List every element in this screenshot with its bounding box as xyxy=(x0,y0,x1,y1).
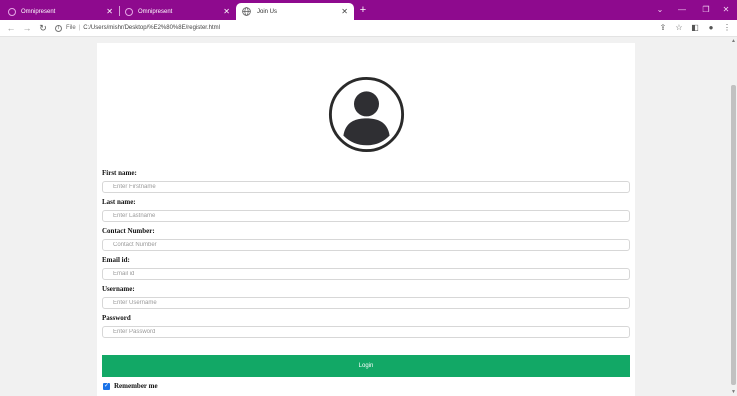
minimize-icon[interactable]: — xyxy=(673,3,691,17)
first-name-label: First name: xyxy=(102,169,137,177)
side-panel-icon[interactable]: ◧ xyxy=(689,22,701,34)
menu-kebab-icon[interactable]: ⋮ xyxy=(721,22,733,34)
browser-tab[interactable]: Omnipresent ✕ xyxy=(2,3,119,20)
register-form-card: First name: Last name: Contact Number: E… xyxy=(97,43,635,396)
username-label: Username: xyxy=(102,285,135,293)
forward-arrow-icon[interactable]: → xyxy=(21,22,33,34)
scroll-down-icon[interactable]: ▼ xyxy=(731,389,736,395)
browser-tab-active[interactable]: Join Us ✕ xyxy=(236,3,354,20)
restore-icon[interactable]: ❐ xyxy=(697,3,715,17)
browser-toolbar: ← → ↻ i File | C:/Users/mishr/Desktop/%E… xyxy=(0,20,737,37)
email-input[interactable] xyxy=(102,268,630,280)
user-avatar-icon xyxy=(328,76,405,153)
globe-icon xyxy=(242,7,251,16)
tab-close-icon[interactable]: ✕ xyxy=(341,7,348,16)
address-scheme: File xyxy=(66,25,76,31)
tab-favicon-icon xyxy=(8,7,16,16)
tab-title: Join Us xyxy=(257,8,278,15)
email-label: Email id: xyxy=(102,256,130,264)
bookmark-star-icon[interactable]: ☆ xyxy=(673,22,685,34)
remember-me-label: Remember me xyxy=(114,382,158,390)
address-separator: | xyxy=(78,25,81,31)
address-url: C:/Users/mishr/Desktop/%E2%80%8E/registe… xyxy=(83,25,220,31)
page-viewport: First name: Last name: Contact Number: E… xyxy=(0,37,737,396)
scrollbar-thumb[interactable] xyxy=(731,85,736,385)
contact-number-label: Contact Number: xyxy=(102,227,155,235)
remember-me-checkbox[interactable]: ✓ xyxy=(103,382,110,390)
contact-number-input[interactable] xyxy=(102,239,630,251)
last-name-label: Last name: xyxy=(102,198,136,206)
login-button[interactable]: Login xyxy=(102,355,630,377)
tab-favicon-icon xyxy=(125,7,133,16)
scroll-up-icon[interactable]: ▲ xyxy=(731,38,736,44)
back-arrow-icon[interactable]: ← xyxy=(5,22,17,34)
profile-icon[interactable]: ● xyxy=(705,22,717,34)
address-bar[interactable]: i File | C:/Users/mishr/Desktop/%E2%80%8… xyxy=(55,22,220,34)
chevron-down-icon[interactable]: ⌄ xyxy=(651,3,669,17)
tab-title: Omnipresent xyxy=(21,8,56,15)
vertical-scrollbar[interactable]: ▲ ▼ xyxy=(730,37,737,396)
info-icon[interactable]: i xyxy=(55,24,62,32)
last-name-input[interactable] xyxy=(102,210,630,222)
reload-icon[interactable]: ↻ xyxy=(37,22,49,34)
browser-tab-strip: Omnipresent ✕ Omnipresent ✕ Join Us ✕ + … xyxy=(0,0,737,20)
tab-close-icon[interactable]: ✕ xyxy=(223,7,230,16)
browser-tab[interactable]: Omnipresent ✕ xyxy=(119,3,236,20)
close-window-icon[interactable]: ✕ xyxy=(717,3,735,17)
password-label: Password xyxy=(102,314,131,322)
password-input[interactable] xyxy=(102,326,630,338)
tab-close-icon[interactable]: ✕ xyxy=(106,7,113,16)
username-input[interactable] xyxy=(102,297,630,309)
first-name-input[interactable] xyxy=(102,181,630,193)
remember-me-row[interactable]: ✓ Remember me xyxy=(103,382,158,390)
tab-title: Omnipresent xyxy=(138,8,173,15)
plus-icon[interactable]: + xyxy=(357,3,369,17)
share-icon[interactable]: ⇪ xyxy=(657,22,669,34)
